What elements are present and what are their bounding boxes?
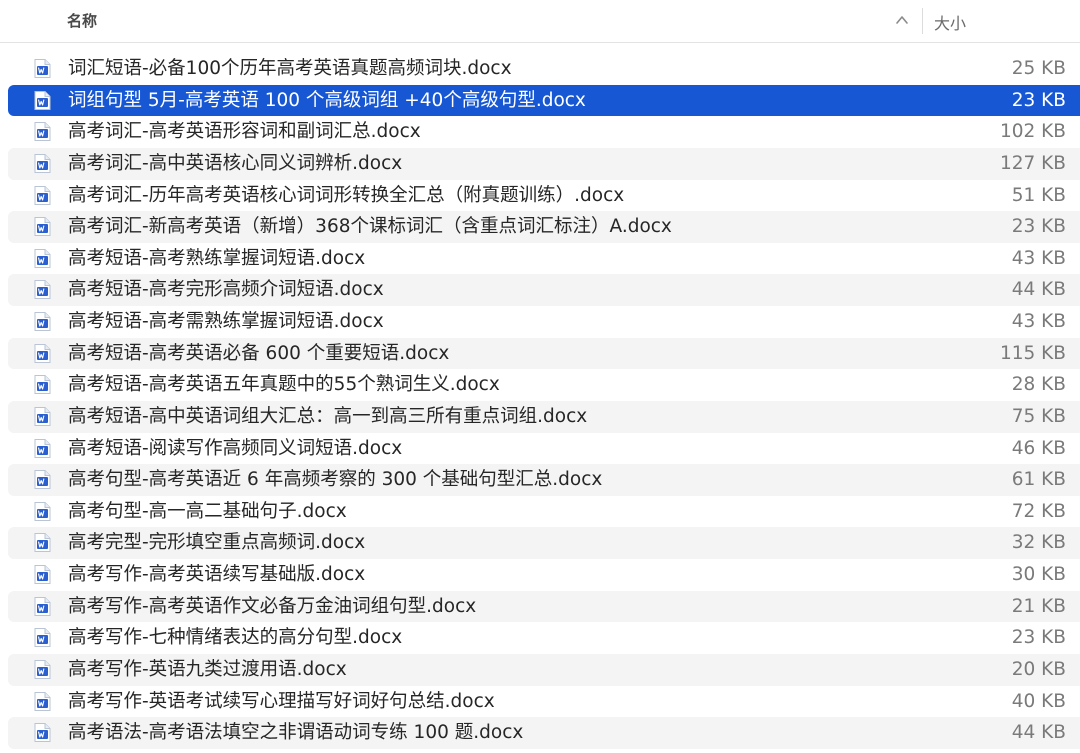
file-name: 高考句型-高一高二基础句子.docx (68, 500, 347, 522)
word-document-icon (34, 723, 51, 743)
file-size: 25 KB (1011, 58, 1066, 79)
word-document-icon (34, 628, 51, 648)
file-row[interactable]: 高考词汇-新高考英语（新增）368个课标词汇（含重点词汇标注）A.docx 23 … (0, 211, 1080, 243)
file-name: 高考短语-高考英语必备 600 个重要短语.docx (68, 342, 450, 364)
finder-list-window: 名称 大小 词汇短语-必备100个历年高考英语真题高频词块.docx 25 KB 词… (0, 0, 1080, 753)
file-name: 高考短语-阅读写作高频同义词短语.docx (68, 437, 403, 459)
word-document-icon (34, 406, 51, 426)
file-name: 高考写作-高考英语续写基础版.docx (68, 564, 366, 585)
file-list: 词汇短语-必备100个历年高考英语真题高频词块.docx 25 KB 词组句型 5月… (0, 53, 1080, 749)
file-name: 高考写作-英语考试续写心理描写好词好句总结.docx (68, 690, 495, 712)
file-size: 23 KB (1011, 89, 1066, 111)
word-document-icon (34, 691, 51, 711)
word-document-icon (34, 153, 51, 173)
name-column-header[interactable]: 名称 (67, 10, 97, 31)
file-size: 46 KB (1011, 437, 1066, 459)
word-document-icon (34, 470, 51, 490)
file-size: 30 KB (1011, 564, 1066, 585)
word-document-icon (34, 59, 51, 78)
file-row[interactable]: 高考词汇-高考英语形容词和副词汇总.docx 102 KB (0, 116, 1080, 148)
word-document-icon (34, 659, 51, 679)
word-document-icon (34, 185, 51, 205)
file-name: 高考短语-高考英语五年真题中的55个熟词生义.docx (68, 374, 500, 396)
file-size: 43 KB (1011, 247, 1066, 269)
file-row[interactable]: 词组句型 5月-高考英语 100 个高级词组 +40个高级句型.docx 23 K… (0, 84, 1080, 117)
file-size: 32 KB (1011, 532, 1066, 554)
file-row[interactable]: 高考短语-阅读写作高频同义词短语.docx 46 KB (0, 433, 1080, 465)
file-name: 高考句型-高考英语近 6 年高频考察的 300 个基础句型汇总.docx (68, 469, 603, 491)
file-row[interactable]: 高考短语-高考英语五年真题中的55个熟词生义.docx 28 KB (0, 369, 1080, 401)
file-row[interactable]: 高考短语-高考熟练掌握词短语.docx 43 KB (0, 243, 1080, 275)
file-name: 高考词汇-历年高考英语核心词词形转换全汇总（附真题训练）.docx (68, 184, 625, 206)
file-name: 高考短语-高中英语词组大汇总：高一到高三所有重点词组.docx (68, 405, 588, 427)
file-size: 21 KB (1011, 595, 1066, 617)
file-name: 高考写作-七种情绪表达的高分句型.docx (68, 627, 403, 649)
word-document-icon (34, 217, 51, 237)
list-header: 名称 大小 (0, 0, 1080, 43)
file-name: 词汇短语-必备100个历年高考英语真题高频词块.docx (68, 58, 512, 79)
file-row[interactable]: 高考语法-高考语法填空之非谓语动词专练 100 题.docx 44 KB (0, 717, 1080, 749)
file-row[interactable]: 高考句型-高考英语近 6 年高频考察的 300 个基础句型汇总.docx 61 K… (0, 464, 1080, 496)
file-name: 高考短语-高考需熟练掌握词短语.docx (68, 311, 384, 332)
file-row[interactable]: 高考写作-七种情绪表达的高分句型.docx 23 KB (0, 622, 1080, 654)
file-row[interactable]: 高考短语-高中英语词组大汇总：高一到高三所有重点词组.docx 75 KB (0, 400, 1080, 433)
word-document-icon (34, 438, 51, 458)
word-document-icon (34, 248, 51, 268)
word-document-icon (34, 90, 51, 110)
file-row[interactable]: 高考写作-英语考试续写心理描写好词好句总结.docx 40 KB (0, 686, 1080, 718)
file-size: 127 KB (999, 152, 1066, 174)
file-size: 61 KB (1011, 469, 1066, 491)
file-size: 44 KB (1011, 279, 1066, 301)
file-size: 40 KB (1011, 690, 1066, 712)
word-document-icon (34, 565, 51, 584)
file-row[interactable]: 高考短语-高考需熟练掌握词短语.docx 43 KB (0, 306, 1080, 338)
file-name: 高考短语-高考完形高频介词短语.docx (68, 279, 384, 301)
size-column-header[interactable]: 大小 (934, 10, 966, 34)
file-size: 23 KB (1011, 216, 1066, 238)
word-document-icon (34, 375, 51, 395)
column-divider[interactable] (922, 8, 923, 34)
file-size: 23 KB (1011, 627, 1066, 649)
file-size: 43 KB (1011, 311, 1066, 332)
file-size: 20 KB (1011, 658, 1066, 680)
file-name: 词组句型 5月-高考英语 100 个高级词组 +40个高级句型.docx (68, 89, 586, 111)
file-name: 高考写作-英语九类过渡用语.docx (68, 658, 347, 680)
file-row[interactable]: 高考词汇-高中英语核心同义词辨析.docx 127 KB (0, 147, 1080, 180)
file-name: 高考短语-高考熟练掌握词短语.docx (68, 247, 366, 269)
word-document-icon (34, 343, 51, 363)
file-size: 75 KB (1011, 405, 1066, 427)
word-document-icon (34, 122, 51, 142)
file-row[interactable]: 高考写作-高考英语作文必备万金油词组句型.docx 21 KB (0, 590, 1080, 623)
file-size: 44 KB (1011, 722, 1066, 744)
file-row[interactable]: 高考写作-高考英语续写基础版.docx 30 KB (0, 559, 1080, 591)
word-document-icon (34, 280, 51, 300)
file-row[interactable]: 高考短语-高考完形高频介词短语.docx 44 KB (0, 274, 1080, 306)
file-row[interactable]: 高考短语-高考英语必备 600 个重要短语.docx 115 KB (0, 337, 1080, 370)
file-name: 高考词汇-新高考英语（新增）368个课标词汇（含重点词汇标注）A.docx (68, 216, 672, 238)
file-size: 102 KB (999, 121, 1066, 143)
file-size: 51 KB (1011, 184, 1066, 206)
file-name: 高考词汇-高中英语核心同义词辨析.docx (68, 152, 403, 174)
file-row[interactable]: 词汇短语-必备100个历年高考英语真题高频词块.docx 25 KB (0, 53, 1080, 85)
word-document-icon (34, 312, 51, 331)
word-document-icon (34, 533, 51, 553)
file-row[interactable]: 高考词汇-历年高考英语核心词词形转换全汇总（附真题训练）.docx 51 KB (0, 180, 1080, 212)
file-name: 高考语法-高考语法填空之非谓语动词专练 100 题.docx (68, 722, 524, 744)
file-name: 高考词汇-高考英语形容词和副词汇总.docx (68, 121, 421, 143)
file-size: 115 KB (999, 342, 1066, 364)
file-row[interactable]: 高考完型-完形填空重点高频词.docx 32 KB (0, 527, 1080, 559)
file-name: 高考完型-完形填空重点高频词.docx (68, 532, 366, 554)
file-row[interactable]: 高考句型-高一高二基础句子.docx 72 KB (0, 496, 1080, 528)
file-size: 72 KB (1011, 500, 1066, 522)
file-name: 高考写作-高考英语作文必备万金油词组句型.docx (68, 595, 477, 617)
word-document-icon (34, 501, 51, 521)
file-size: 28 KB (1011, 374, 1066, 396)
file-row[interactable]: 高考写作-英语九类过渡用语.docx 20 KB (0, 653, 1080, 686)
chevron-up-icon[interactable] (894, 12, 910, 28)
word-document-icon (34, 596, 51, 616)
